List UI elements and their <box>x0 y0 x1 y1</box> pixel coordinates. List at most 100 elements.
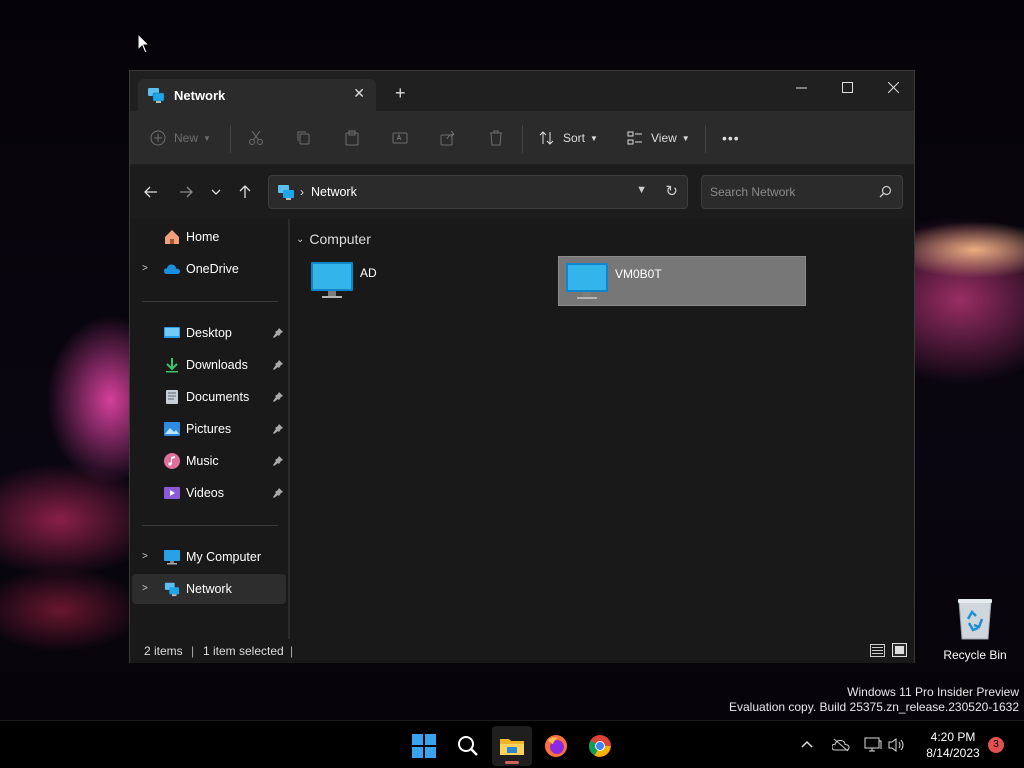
nav-item-documents[interactable]: Documents <box>132 382 286 412</box>
notification-badge[interactable]: 3 <box>988 737 1004 753</box>
title-bar[interactable]: Network ✕ + <box>130 71 914 111</box>
nav-item-home[interactable]: Home <box>132 222 286 252</box>
pin-icon[interactable] <box>272 391 284 403</box>
forward-button[interactable] <box>173 179 199 205</box>
breadcrumb-network[interactable]: Network <box>311 185 357 199</box>
close-tab-icon[interactable]: ✕ <box>353 85 365 102</box>
chevron-right-icon[interactable]: > <box>142 583 148 594</box>
pictures-icon <box>164 422 180 436</box>
taskbar: 4:20 PM 8/14/2023 3 <box>0 720 1024 768</box>
system-clock[interactable]: 4:20 PM 8/14/2023 <box>918 729 988 761</box>
scissors-icon <box>249 130 263 145</box>
nav-item-desktop[interactable]: Desktop <box>132 318 286 348</box>
nav-divider <box>142 301 278 302</box>
group-header-computer[interactable]: ⌄ Computer <box>296 231 371 247</box>
address-history-dropdown-icon[interactable]: ▼ <box>636 184 647 196</box>
show-hidden-icons-button[interactable] <box>800 721 814 768</box>
breadcrumb-separator-icon[interactable]: › <box>300 185 304 199</box>
network-tray[interactable] <box>864 721 882 768</box>
nav-item-pictures[interactable]: Pictures <box>132 414 286 444</box>
rename-icon <box>392 132 408 144</box>
back-button[interactable] <box>138 179 164 205</box>
view-icon <box>627 131 642 145</box>
pin-icon[interactable] <box>272 455 284 467</box>
nav-item-network[interactable]: > Network <box>132 574 286 604</box>
minimize-button[interactable] <box>778 71 824 103</box>
status-bar: 2 items | 1 item selected | <box>130 639 914 663</box>
nav-item-label: Desktop <box>186 326 232 340</box>
new-label: New <box>174 131 199 145</box>
rename-button[interactable] <box>392 111 408 165</box>
recycle-bin[interactable]: Recycle Bin <box>940 597 1010 662</box>
nav-item-downloads[interactable]: Downloads <box>132 350 286 380</box>
chevron-up-icon <box>801 740 813 748</box>
sort-button[interactable]: Sort ▼ <box>539 111 598 165</box>
pin-icon[interactable] <box>272 327 284 339</box>
network-item-vm0b0t[interactable]: VM0B0T <box>558 256 806 306</box>
network-status-icon <box>864 737 882 752</box>
cloud-offline-icon <box>832 738 850 752</box>
paste-button[interactable] <box>344 111 360 165</box>
pin-icon[interactable] <box>272 359 284 371</box>
nav-item-label: Downloads <box>186 358 248 372</box>
network-icon <box>148 88 165 103</box>
address-row: › Network ▼ ↻ <box>130 165 914 219</box>
watermark-line-1: Windows 11 Pro Insider Preview <box>847 685 1019 699</box>
up-button[interactable] <box>232 179 258 205</box>
item-name: AD <box>360 266 377 280</box>
maximize-button[interactable] <box>824 71 870 103</box>
taskbar-file-explorer[interactable] <box>492 726 532 766</box>
onedrive-tray[interactable] <box>832 721 850 768</box>
evaluation-watermark: Windows 11 Pro Insider Preview Evaluatio… <box>729 685 1019 715</box>
nav-divider <box>142 525 278 526</box>
taskbar-firefox[interactable] <box>536 726 576 766</box>
nav-item-label: Music <box>186 454 219 468</box>
volume-tray[interactable] <box>888 721 906 768</box>
nav-item-label: Documents <box>186 390 250 404</box>
taskbar-chrome[interactable] <box>580 726 620 766</box>
search-icon[interactable] <box>879 185 892 198</box>
more-options-button[interactable]: ••• <box>722 111 740 165</box>
close-window-button[interactable] <box>870 71 916 103</box>
delete-button[interactable] <box>488 111 504 165</box>
tab-network[interactable]: Network ✕ <box>138 79 376 111</box>
item-name: VM0B0T <box>615 267 662 281</box>
recent-locations-button[interactable] <box>203 179 229 205</box>
view-button[interactable]: View ▼ <box>627 111 690 165</box>
search-box[interactable] <box>701 175 903 209</box>
nav-item-onedrive[interactable]: > OneDrive <box>132 254 286 284</box>
chevron-down-icon[interactable]: ⌄ <box>296 234 304 245</box>
network-item-ad[interactable]: AD <box>304 256 552 306</box>
nav-item-label: Pictures <box>186 422 232 436</box>
pin-icon[interactable] <box>272 487 284 499</box>
nav-item-music[interactable]: Music <box>132 446 286 476</box>
start-button[interactable] <box>404 726 444 766</box>
chevron-right-icon[interactable]: > <box>142 551 148 562</box>
nav-item-my-computer[interactable]: > My Computer <box>132 542 286 572</box>
tiles-view-icon[interactable] <box>892 643 907 657</box>
file-explorer-window: Network ✕ + New ▼ Sort ▼ View ▼ ••• › Ne… <box>129 70 915 663</box>
details-view-icon[interactable] <box>870 644 885 657</box>
copy-button[interactable] <box>296 111 312 165</box>
command-bar: New ▼ Sort ▼ View ▼ ••• <box>130 111 914 165</box>
sort-icon <box>539 131 554 145</box>
cut-button[interactable] <box>248 111 264 165</box>
nav-item-videos[interactable]: Videos <box>132 478 286 508</box>
address-bar[interactable]: › Network ▼ ↻ <box>268 175 688 209</box>
refresh-icon[interactable]: ↻ <box>665 182 678 200</box>
new-tab-button[interactable]: + <box>395 84 406 102</box>
pin-icon[interactable] <box>272 423 284 435</box>
copy-icon <box>297 131 310 145</box>
taskbar-search-button[interactable] <box>448 726 488 766</box>
minimize-icon <box>795 87 807 88</box>
more-label: ••• <box>722 130 740 146</box>
tab-title: Network <box>174 87 226 103</box>
trash-icon <box>490 130 502 146</box>
network-icon <box>278 185 294 200</box>
share-button[interactable] <box>440 111 456 165</box>
cloud-icon <box>164 264 180 274</box>
new-button[interactable]: New ▼ <box>150 111 211 165</box>
chevron-right-icon[interactable]: > <box>142 263 148 274</box>
mouse-cursor-icon <box>137 33 151 54</box>
search-input[interactable] <box>710 185 870 199</box>
